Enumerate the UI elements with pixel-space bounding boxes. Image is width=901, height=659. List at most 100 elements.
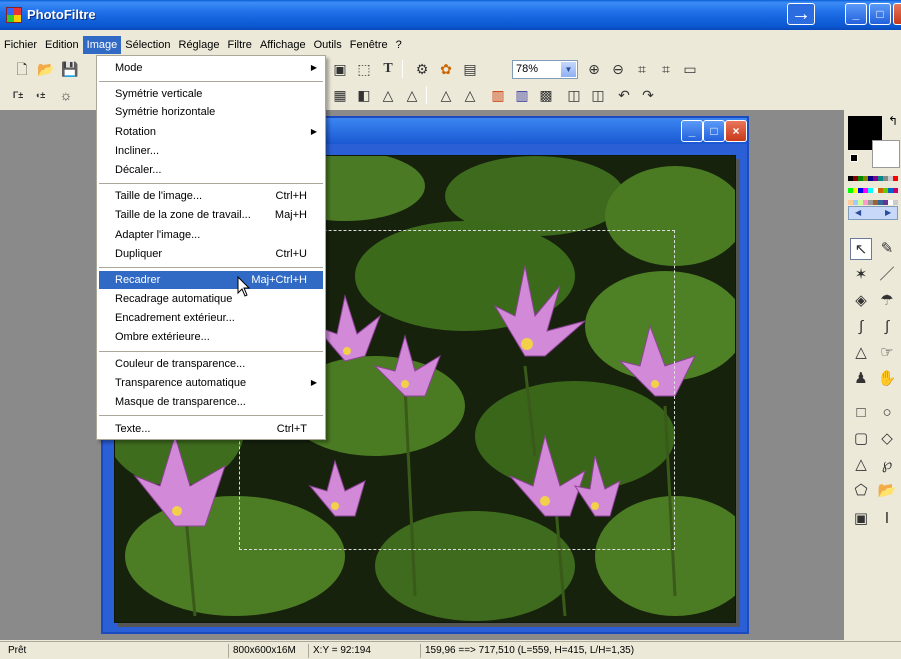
menu-item-rotation[interactable]: Rotation ▶ [99,123,323,141]
chevron-down-icon[interactable]: ▼ [561,62,576,77]
zoom-in-icon[interactable]: ⊕ [584,59,604,79]
menu-image[interactable]: Image [82,36,122,54]
swap-colors-icon[interactable]: ↰ [888,114,898,128]
brush-tool-icon[interactable]: ∫ [850,316,872,338]
image-maximize-button[interactable]: □ [703,120,725,142]
menu-item-transparency-color[interactable]: Couleur de transparence... [99,355,323,373]
select-all-icon[interactable]: ▣ [850,508,872,530]
open-folder-icon[interactable]: 📂 [36,59,56,79]
menu-item-crop[interactable]: Recadrer Maj+Ctrl+H [99,271,323,289]
diamond-tool-icon[interactable]: ◇ [876,428,898,450]
advanced-brush-tool-icon[interactable]: ∫ [876,316,898,338]
background-color-swatch[interactable] [872,140,900,168]
menu-item-duplicate[interactable]: Dupliquer Ctrl+U [99,245,323,263]
status-ready: Prêt [8,645,27,656]
new-file-icon[interactable]: 🗋 [12,59,32,79]
actual-size-icon[interactable]: ⌗ [632,59,652,79]
text-icon[interactable]: T [378,59,398,79]
color-palette[interactable] [848,172,901,205]
fit-window-icon[interactable]: ⌗ [656,59,676,79]
browser-icon[interactable]: ▤ [460,59,480,79]
menu-filtre[interactable]: Filtre [223,36,255,54]
status-image-info: 800x600x16M [228,644,296,658]
rotate-left-icon[interactable]: ↶ [614,85,634,105]
menu-affichage[interactable]: Affichage [256,36,310,54]
menu-item-flip-horizontal[interactable]: Symétrie horizontale [99,103,323,121]
rotate-right-icon[interactable]: ↷ [638,85,658,105]
menu-outils[interactable]: Outils [310,36,346,54]
flip-icon[interactable]: ◫ [564,85,584,105]
menu-item-image-size[interactable]: Taille de l'image... Ctrl+H [99,187,323,205]
palette-prev-icon[interactable]: ◀ [855,208,861,217]
mirror-icon[interactable]: ◫ [588,85,608,105]
menu-item-offset[interactable]: Décaler... [99,161,323,179]
arrow-right-icon[interactable]: → [787,3,815,25]
zoom-select[interactable]: 78% ▼ [512,60,578,79]
polygon-tool-icon[interactable]: ⬠ [850,480,872,502]
menu-item-auto-transparency[interactable]: Transparence automatique ▶ [99,374,323,392]
menu-item-skew[interactable]: Incliner... [99,142,323,160]
gradient-icon[interactable]: ▥ [488,85,508,105]
menu-reglage[interactable]: Réglage [175,36,224,54]
zoom-out-icon[interactable]: ⊖ [608,59,628,79]
select-mode-icon[interactable]: Ⅰ [876,508,898,530]
fit-image-icon[interactable]: ▣ [330,59,350,79]
fill-tool-icon[interactable]: ◈ [850,290,872,312]
auto-contrast-icon[interactable]: ◖± [30,85,50,105]
reset-colors-icon[interactable] [850,154,858,162]
menu-fichier[interactable]: Fichier [0,36,41,54]
fullscreen-icon[interactable]: ▭ [680,59,700,79]
title-bar: PhotoFiltre → _ □ × [0,0,901,30]
auto-levels-icon[interactable]: Γ± [8,85,28,105]
menu-item-canvas-size[interactable]: Taille de la zone de travail... Maj+H [99,206,323,224]
menu-item-flip-vertical[interactable]: Symétrie verticale [99,85,323,103]
soften-icon[interactable]: △ [378,85,398,105]
brightness-icon[interactable]: ☼ [56,85,76,105]
blur-icon[interactable]: ◧ [354,85,374,105]
menu-item-transparency-mask[interactable]: Masque de transparence... [99,393,323,411]
save-icon[interactable]: 💾 [60,59,80,79]
menu-help[interactable]: ? [392,36,406,54]
smudge-tool-icon[interactable]: ☞ [876,342,898,364]
pointer-tool-icon[interactable]: ↖ [850,238,872,260]
status-coords: X:Y = 92:194 [308,644,371,658]
layers-icon[interactable]: ⚙ [412,59,432,79]
selection-tool-icon[interactable]: ⬚ [354,59,374,79]
line-tool-icon[interactable]: ／ [876,264,898,286]
eyedropper-tool-icon[interactable]: ✎ [876,238,898,260]
menu-item-text[interactable]: Texte... Ctrl+T [99,420,323,438]
open-shape-icon[interactable]: 📂 [876,480,898,502]
spray-tool-icon[interactable]: ☂ [876,290,898,312]
menu-item-fit-image[interactable]: Adapter l'image... [99,226,323,244]
maximize-button[interactable]: □ [869,3,891,25]
sharpen-icon[interactable]: △ [402,85,422,105]
texture-icon[interactable]: ▩ [536,85,556,105]
menu-selection[interactable]: Sélection [121,36,174,54]
image-minimize-button[interactable]: _ [681,120,703,142]
menu-fenetre[interactable]: Fenêtre [346,36,392,54]
hand-tool-icon[interactable]: ✋ [876,368,898,390]
plugin-icon[interactable]: ✿ [436,59,456,79]
magic-wand-tool-icon[interactable]: ✶ [850,264,872,286]
minimize-button[interactable]: _ [845,3,867,25]
ellipse-tool-icon[interactable]: ○ [876,402,898,424]
menu-edition[interactable]: Edition [41,36,83,54]
stamp-tool-icon[interactable]: ♟ [850,368,872,390]
palette-scroll[interactable]: ◀ ▶ [848,206,898,220]
drop-icon[interactable]: △ [436,85,456,105]
grid-icon[interactable]: ▦ [330,85,350,105]
menu-item-mode[interactable]: Mode ▶ [99,59,323,77]
image-close-button[interactable]: × [725,120,747,142]
lasso-tool-icon[interactable]: ℘ [876,454,898,476]
palette-next-icon[interactable]: ▶ [885,208,891,217]
menu-item-outer-frame[interactable]: Encadrement extérieur... [99,309,323,327]
color-icon[interactable]: ▥ [512,85,532,105]
rectangle-tool-icon[interactable]: □ [850,402,872,424]
triangle-tool-icon[interactable]: △ [850,454,872,476]
blur-tool-icon[interactable]: △ [850,342,872,364]
drop2-icon[interactable]: △ [460,85,480,105]
menu-item-auto-crop[interactable]: Recadrage automatique [99,290,323,308]
close-button[interactable]: × [893,3,901,25]
rounded-rect-tool-icon[interactable]: ▢ [850,428,872,450]
menu-item-outer-shadow[interactable]: Ombre extérieure... [99,328,323,346]
